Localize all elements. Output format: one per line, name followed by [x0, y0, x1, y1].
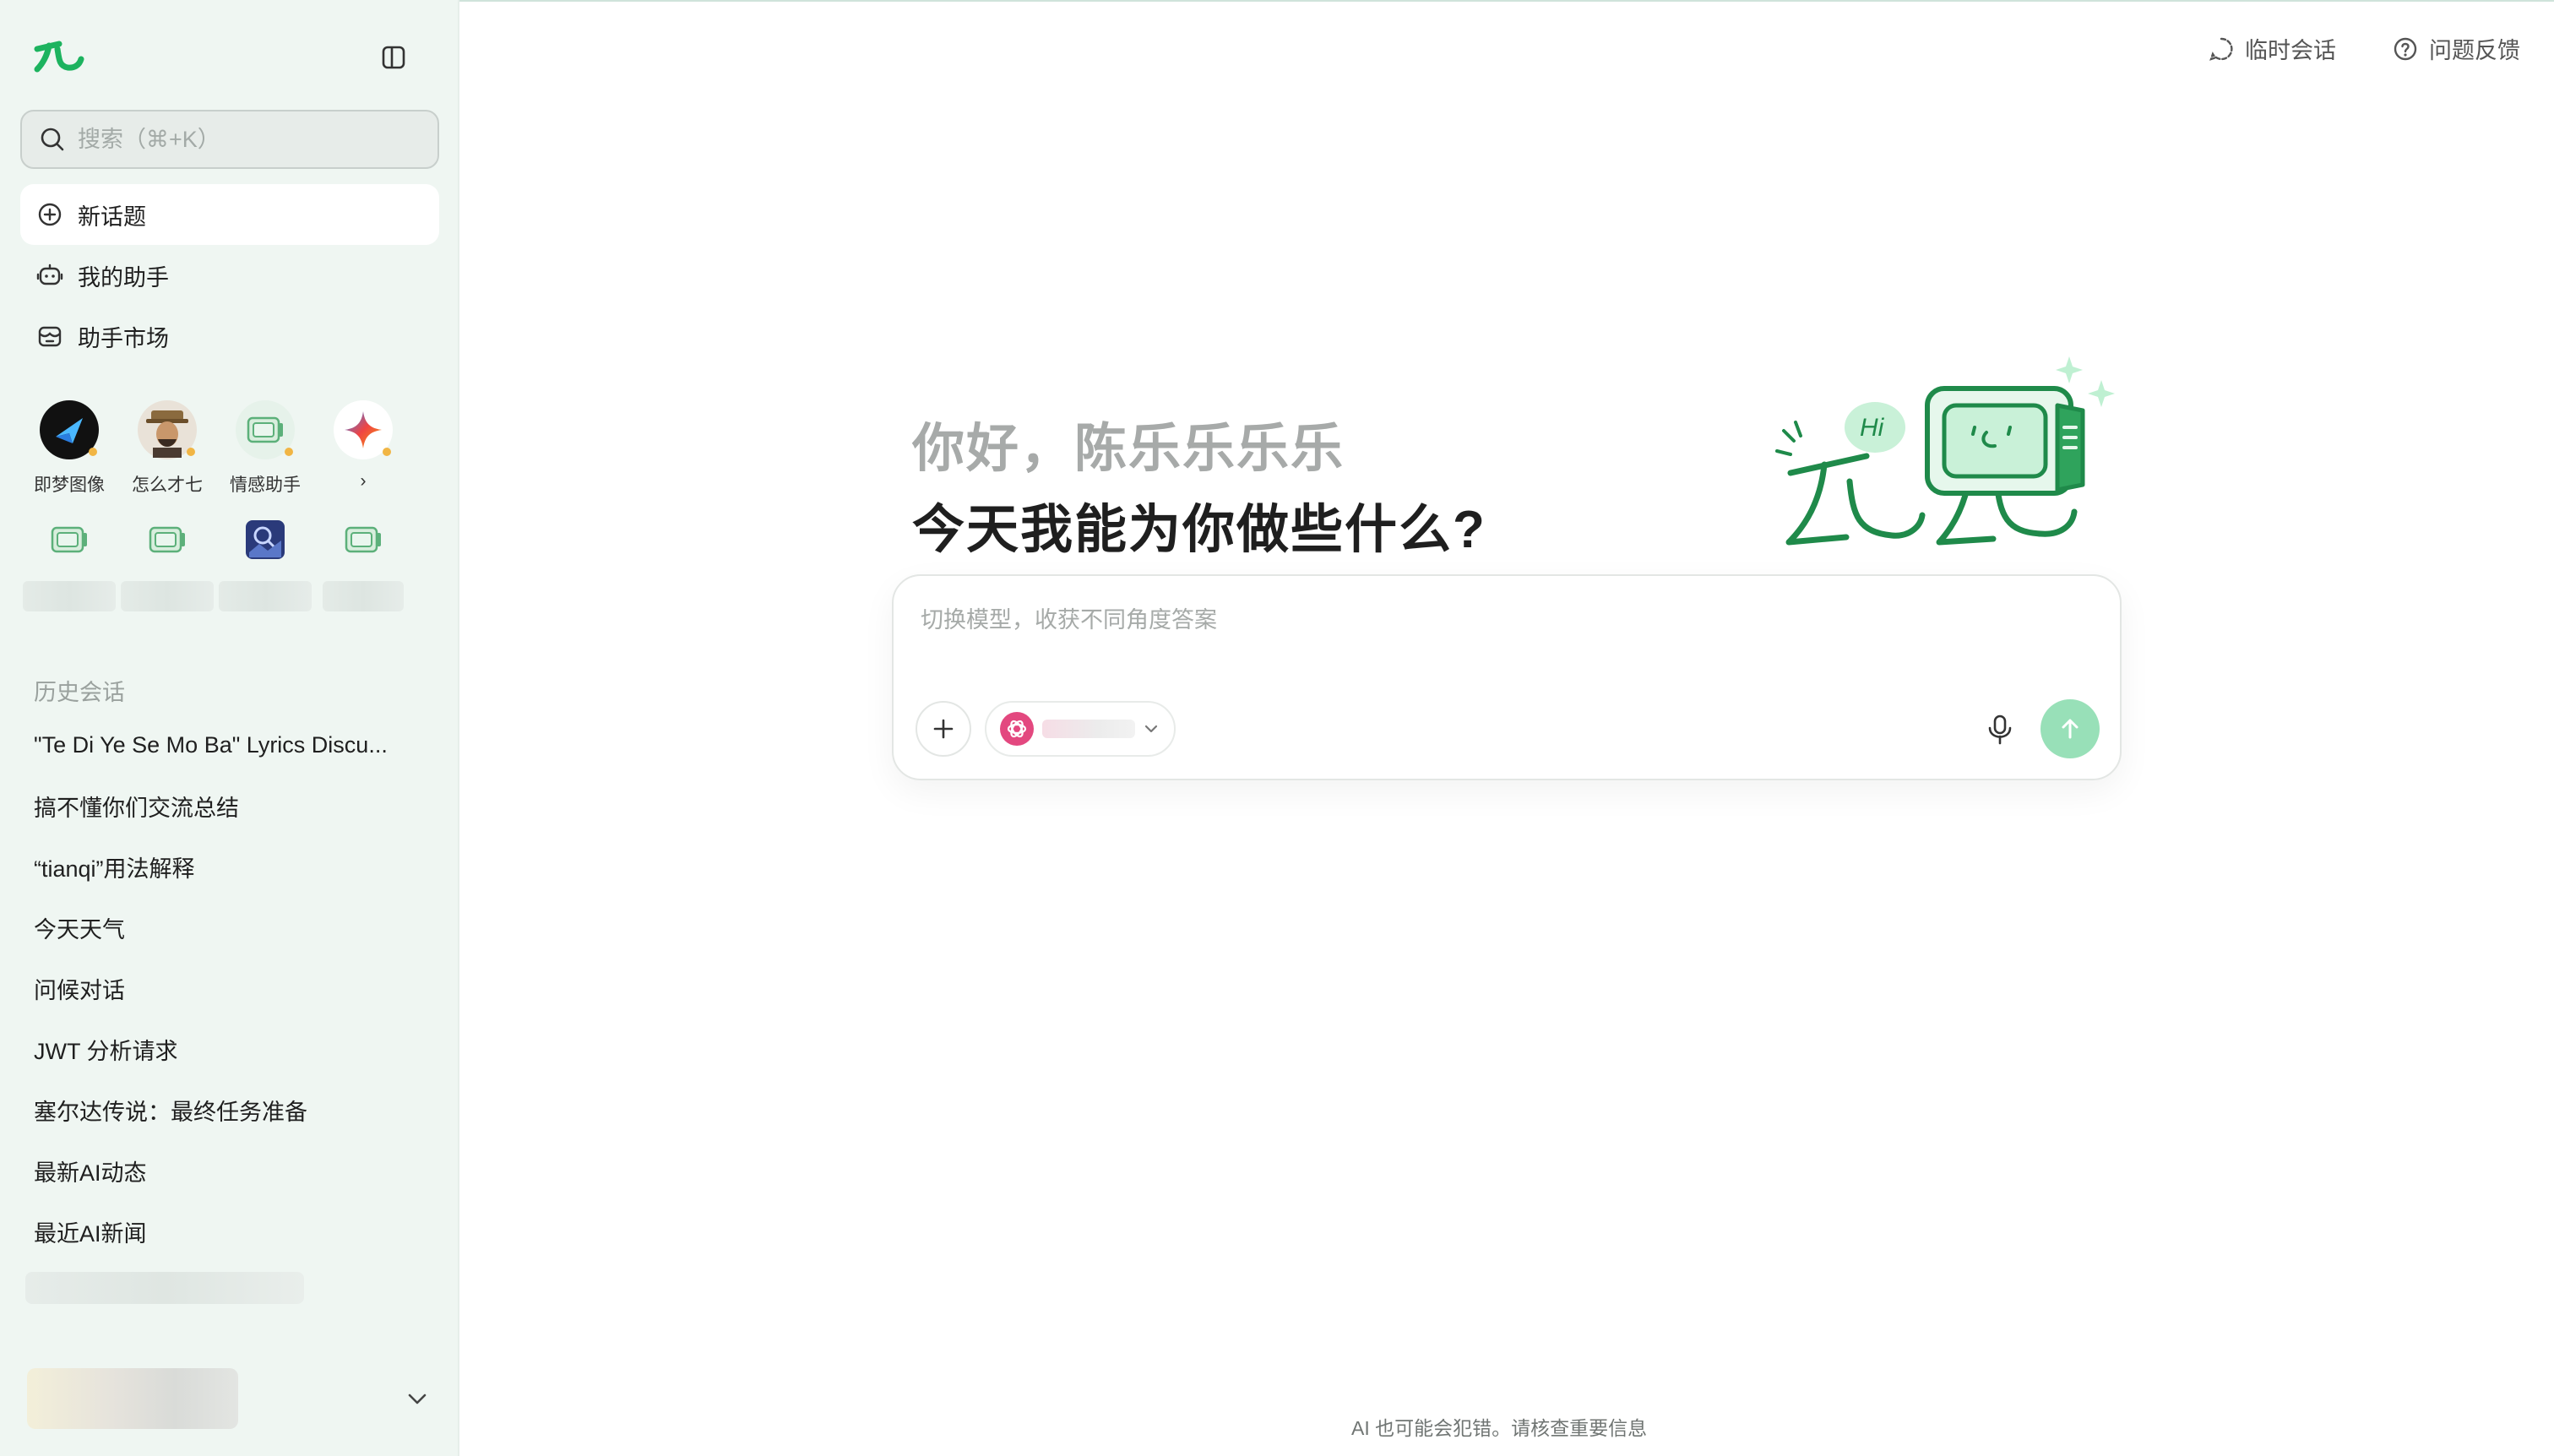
plus-icon [933, 719, 954, 739]
microphone-icon[interactable] [1981, 711, 2019, 748]
sidebar-item-label: 新话题 [78, 204, 146, 230]
feedback-button[interactable]: 问题反馈 [2392, 32, 2520, 65]
search-box[interactable] [20, 110, 439, 169]
sidebar-item-label: 助手市场 [78, 325, 169, 351]
search-icon [41, 128, 64, 151]
history-list: "Te Di Ye Se Mo Ba" Lyrics Discu... 搞不懂你… [20, 714, 439, 1262]
hi-badge: Hi [1860, 414, 1885, 442]
sidebar-item-label: 我的助手 [78, 264, 169, 291]
pinned-assistants: 即梦图像 怎么才七 情感助手 › [20, 400, 439, 620]
history-item[interactable]: "Te Di Ye Se Mo Ba" Lyrics Discu... [20, 714, 439, 775]
sidebar: 新话题 我的助手 助手市场 [0, 0, 459, 1456]
assistant-item[interactable]: 情感助手 [216, 400, 314, 510]
dashed-chat-icon [2209, 37, 2233, 61]
blurred-history-item[interactable] [25, 1272, 304, 1304]
assistant-item[interactable] [216, 510, 314, 620]
robot-tv-icon [138, 510, 197, 569]
help-circle-icon [2394, 37, 2417, 60]
robot-icon [36, 263, 63, 285]
avatar [27, 1368, 238, 1429]
app-logo-icon[interactable] [34, 37, 84, 74]
history-item[interactable]: “tianqi”用法解释 [20, 836, 439, 897]
history-item[interactable]: 问候对话 [20, 958, 439, 1019]
sidebar-item-my-assistants[interactable]: 我的助手 [20, 245, 439, 306]
greeting-line-2: 今天我能为你做些什么? [912, 501, 1486, 559]
avatar-photo-icon [138, 400, 197, 459]
image-search-icon [236, 510, 295, 569]
history-item[interactable]: 塞尔达传说：最终任务准备 [20, 1079, 439, 1140]
sidebar-nav: 新话题 我的助手 助手市场 [20, 184, 439, 367]
plus-circle-icon [38, 203, 62, 226]
history-item[interactable]: 最新AI动态 [20, 1140, 439, 1201]
sidebar-item-assistant-market[interactable]: 助手市场 [20, 306, 439, 367]
chevron-down-icon [1144, 725, 1158, 733]
assistant-item[interactable]: 怎么才七 [118, 400, 216, 510]
assistant-item[interactable] [118, 510, 216, 620]
chevron-down-icon [408, 1394, 427, 1404]
gemini-star-icon [334, 400, 393, 459]
model-selector[interactable] [985, 701, 1176, 757]
header-actions: 临时会话 问题反馈 [2208, 32, 2520, 65]
blurred-model-name [1042, 720, 1135, 738]
robot-tv-icon [40, 510, 99, 569]
send-button[interactable] [2040, 699, 2100, 758]
sidebar-item-new-topic[interactable]: 新话题 [20, 184, 439, 245]
history-item[interactable]: 最近AI新闻 [20, 1201, 439, 1262]
history-item[interactable]: JWT 分析请求 [20, 1019, 439, 1079]
chat-input[interactable] [921, 601, 2086, 686]
temp-chat-label: 临时会话 [2245, 38, 2336, 63]
ai-disclaimer: AI 也可能会犯错。请核查重要信息 [1351, 1417, 1648, 1439]
blurred-label [23, 581, 116, 611]
assistant-item[interactable]: 即梦图像 [20, 400, 118, 510]
feedback-label: 问题反馈 [2429, 38, 2520, 63]
greeting-line-1: 你好，陈乐乐乐乐 [912, 420, 1345, 478]
openai-logo-icon [1000, 712, 1034, 746]
history-item[interactable]: 搞不懂你们交流总结 [20, 775, 439, 836]
mascot-illustration: Hi [1775, 356, 2115, 546]
assistant-item[interactable] [20, 510, 118, 620]
temp-chat-button[interactable]: 临时会话 [2208, 32, 2336, 65]
blurred-label [219, 581, 312, 611]
robot-tv-icon [236, 400, 295, 459]
add-attachment-button[interactable] [916, 701, 971, 757]
arrow-up-icon [2062, 719, 2079, 739]
search-input[interactable] [78, 126, 416, 153]
account-switcher[interactable] [27, 1365, 432, 1432]
blurred-label [323, 581, 404, 611]
chat-composer [892, 574, 2122, 780]
jimeng-logo-icon [40, 400, 99, 459]
robot-tv-icon [334, 510, 393, 569]
assistant-item[interactable] [314, 510, 412, 620]
blurred-label [121, 581, 214, 611]
store-icon [38, 326, 62, 347]
panel-left-icon[interactable] [377, 41, 410, 74]
history-section-title: 历史会话 [34, 680, 125, 705]
assistant-item[interactable]: › [314, 400, 412, 510]
history-item[interactable]: 今天天气 [20, 897, 439, 958]
